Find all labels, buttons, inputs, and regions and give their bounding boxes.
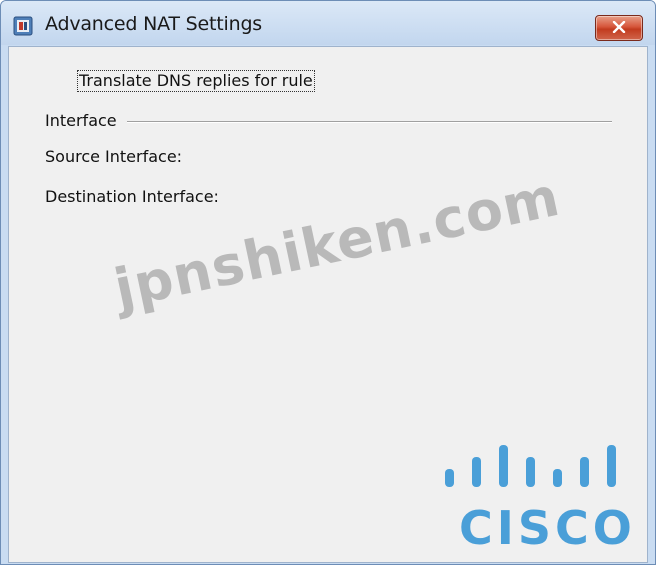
cisco-logo-text: CISCO <box>459 501 636 555</box>
dialog-window: Advanced NAT Settings Translate DNS repl… <box>0 0 656 565</box>
title-bar[interactable]: Advanced NAT Settings <box>1 1 655 45</box>
close-button[interactable] <box>595 15 643 41</box>
translate-dns-checkbox[interactable]: Translate DNS replies for rule <box>77 70 315 92</box>
cisco-logo: CISCO <box>437 439 637 555</box>
close-icon <box>612 21 626 33</box>
source-interface-label: Source Interface: <box>45 147 183 166</box>
interface-group-header: Interface <box>45 111 117 130</box>
app-icon <box>13 16 33 36</box>
destination-interface-label: Destination Interface: <box>45 187 219 206</box>
group-divider <box>127 121 612 123</box>
cisco-bars-icon <box>445 445 616 487</box>
window-title: Advanced NAT Settings <box>45 13 262 35</box>
